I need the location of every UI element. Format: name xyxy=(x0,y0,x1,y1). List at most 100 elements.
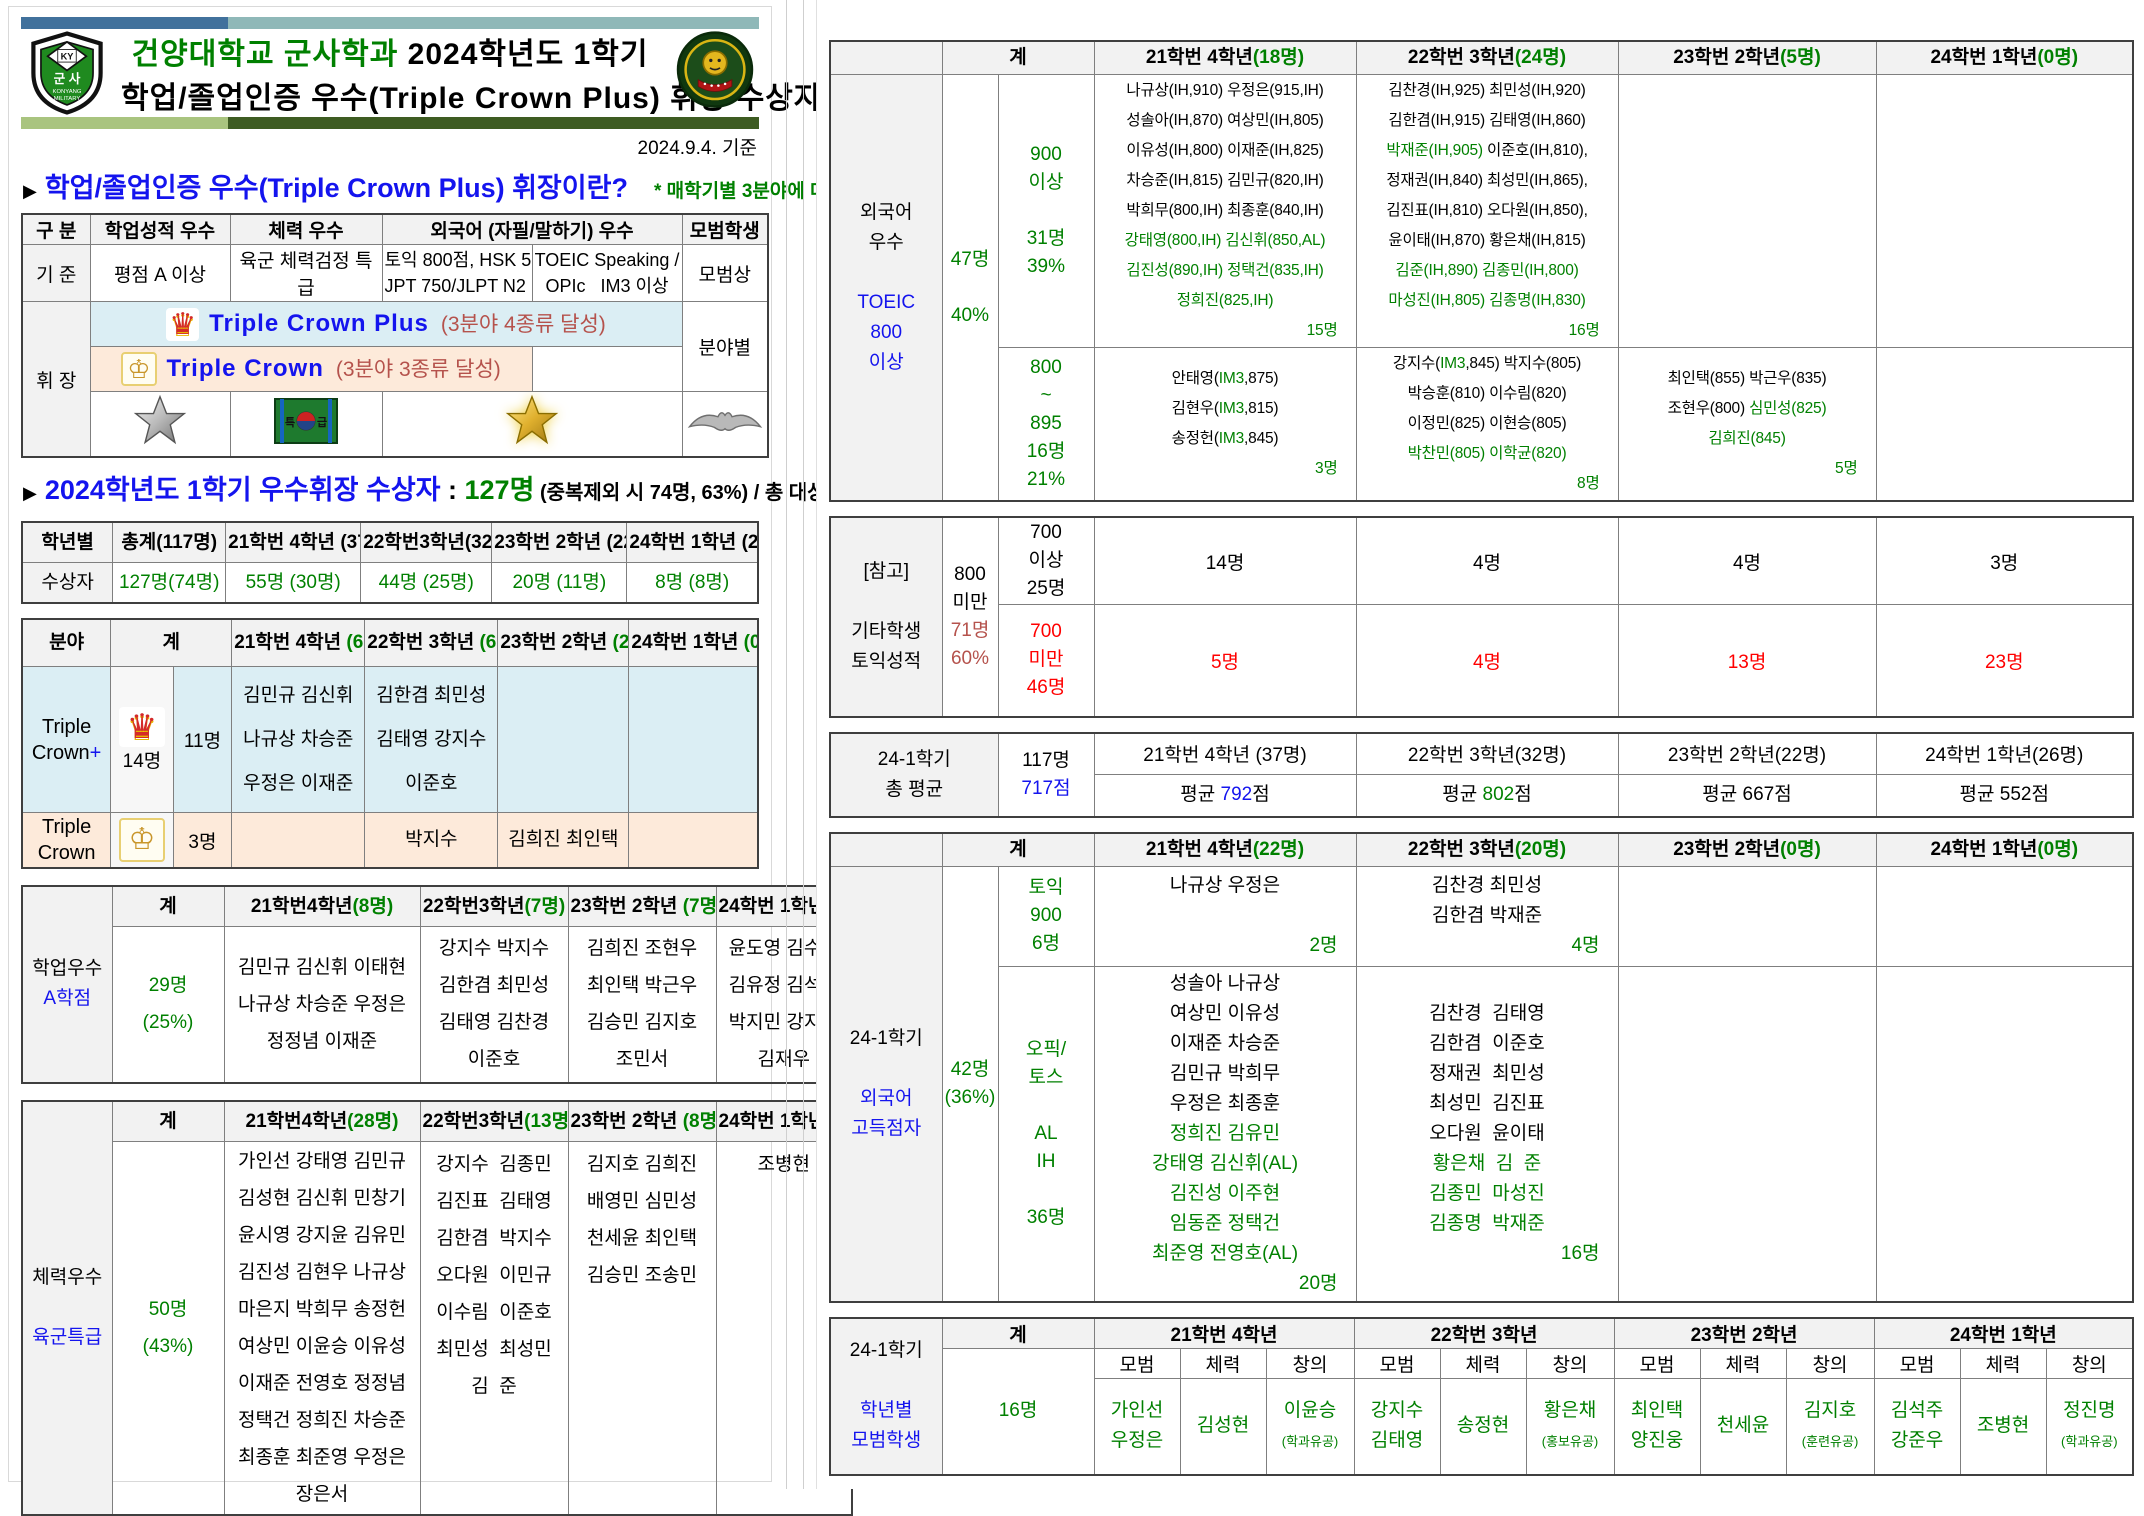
names-cell xyxy=(1876,966,2133,1302)
names-cell: 천세윤 xyxy=(1700,1379,1786,1475)
text-line: 정재권 최민성 xyxy=(1359,1059,1616,1089)
col-header: 24학번 1학년(0명) xyxy=(1876,833,2133,867)
text-line: 양진웅 xyxy=(1617,1426,1698,1456)
names-cell: 김민규 김신휘 이태현나규상 차승준 우정은정정념 이재준 xyxy=(224,927,420,1083)
silver-star-badge-icon xyxy=(132,393,188,449)
names-cell xyxy=(629,667,758,813)
svg-text:KY: KY xyxy=(61,52,75,62)
text-line: (학과유공) xyxy=(1269,1426,1352,1457)
spk-header-row: 계 21학번 4학년(22명) 22학번 3학년(20명) 23학번 2학년(0… xyxy=(830,833,2133,867)
names-cell: 황은채(홍보유공) xyxy=(1526,1379,1614,1475)
text-line: A학점 xyxy=(25,984,110,1014)
criteria-standard-row: 기 준 평점 A 이상 육군 체력검정 특급 토익 800점, HSK 5급,J… xyxy=(22,245,768,302)
tcp-note: (3분야 4종류 달성) xyxy=(441,313,606,336)
svg-text:특: 특 xyxy=(285,416,295,429)
text-line: Triple xyxy=(25,814,108,840)
col-header: 구 분 xyxy=(22,214,90,245)
avg-header-row: 24-1학기총 평균 117명717점 21학번 4학년 (37명) 22학번 … xyxy=(830,733,2133,775)
criteria-header-row: 구 분 학업성적 우수 체력 우수 외국어 (자필/말하기) 우수 모범학생 xyxy=(22,214,768,245)
row-label: TripleCrown+ xyxy=(22,667,111,813)
text-line: 39% xyxy=(1001,253,1092,281)
col-header: 22학번 3학년(20명) xyxy=(1356,833,1618,867)
text-line: 김종명 박재준 xyxy=(1359,1209,1616,1239)
col-header: 23학번 2학년 (7명) xyxy=(568,886,716,927)
text-line: 23학번 2학년 (7명) xyxy=(571,888,714,925)
text-line: 16명 xyxy=(1001,438,1092,466)
text-line: 천세윤 최인택 xyxy=(571,1220,714,1257)
row-label: 24-1학기 학년별모범학생 xyxy=(830,1318,942,1475)
text-line: (훈련유공) xyxy=(1789,1426,1872,1457)
summary-value-row: 수상자 127명(74명) 55명 (30명) 44명 (25명) 20명 (1… xyxy=(22,563,758,604)
text-line: 20명 xyxy=(1097,1269,1354,1299)
crown-awardees-table: 분야 계 21학번 4학년 (6명) 22학번 3학년 (6명) 23학번 2학… xyxy=(21,618,759,869)
text-line: 50명 xyxy=(115,1291,222,1328)
text-line: 이상 xyxy=(833,348,940,378)
fitness-excellence-table: 체력우수 육군특급 계 21학번4학년(28명) 22학번3학년(13명) 23… xyxy=(21,1100,853,1516)
text-line: 김승민 조송민 xyxy=(571,1257,714,1294)
col-header: 21학번 4학년(22명) xyxy=(1094,833,1356,867)
text-line: 장은서 xyxy=(227,1476,418,1513)
text-line: 배영민 심민성 xyxy=(571,1183,714,1220)
col-header: 24학번 1학년(26명) xyxy=(1876,733,2133,775)
unit-emblem-logo xyxy=(673,31,757,115)
text-line: 미만 xyxy=(1001,646,1092,674)
document-page-left: KY 군 사 KONYANG MILITARY 건양대학교 군사학과 2024학… xyxy=(8,6,772,1482)
text-line: OPIc IM3 이상 xyxy=(535,273,680,299)
text-line: 최성민 김진표 xyxy=(1359,1089,1616,1119)
crown-plus-icon: ♛ xyxy=(119,707,165,747)
col-header: 외국어 (자필/말하기) 우수 xyxy=(382,214,682,245)
row-label: 수상자 xyxy=(22,563,113,604)
text-line: 평균 802점 xyxy=(1359,780,1616,810)
sub-header: 체력 xyxy=(1960,1349,2046,1379)
academic-header-row: 학업우수A학점 계 21학번4학년(8명) 22학번3학년(7명) 23학번 2… xyxy=(22,886,852,927)
text-line: 김준(IH,890) 김종민(IH,800) xyxy=(1359,256,1616,286)
text-line: 895 xyxy=(1001,410,1092,438)
text-line: 이재준 전영호 정정념 xyxy=(227,1365,418,1402)
text-line: 최종훈 최준영 우정은 xyxy=(227,1439,418,1476)
names-cell: 박지수 xyxy=(365,813,498,869)
text-line: 마성진(IH,805) 김종명(IH,830) xyxy=(1359,286,1616,316)
col-header: 모범학생 xyxy=(682,214,768,245)
col-header: 23학번 2학년(0명) xyxy=(1618,833,1876,867)
byfield-cell: 분야별 xyxy=(682,302,768,392)
names-cell: 이윤승(학과유공) xyxy=(1266,1379,1354,1475)
value-cell: 20명 (11명) xyxy=(492,563,627,604)
text-line: 4명 xyxy=(1359,931,1616,961)
sub-header: 창의 xyxy=(1526,1349,1614,1379)
awardees-heading: 2024학년도 1학기 우수휘장 수상자 : 127명 (중복제외 시 74명,… xyxy=(45,472,900,513)
text-line xyxy=(945,274,996,302)
text-line: 최인택 xyxy=(1617,1396,1698,1426)
text-line: 가인선 강태영 김민규 xyxy=(227,1143,418,1180)
spk-opic-row: 오픽/토스 ALIH 36명 성솔아 나규상여상민 이유성이재준 차승준김민규 … xyxy=(830,966,2133,1302)
text-line: 김성현 xyxy=(1183,1411,1264,1441)
text-line: 여상민 이유성 xyxy=(1097,999,1354,1029)
text-line: 3명 xyxy=(1097,454,1354,484)
text-line: 나규상 차승준 우정은 xyxy=(227,986,418,1023)
text-line: 오픽/ xyxy=(1001,1036,1092,1064)
title-university: 건양대학교 군사학과 xyxy=(132,38,399,71)
names-cell: 조병현 xyxy=(1960,1379,2046,1475)
text-line: 평균 552점 xyxy=(1879,780,2131,810)
text-line xyxy=(1097,901,1354,931)
text-line: ~ xyxy=(1001,382,1092,410)
text-line: 마은지 박희무 송정헌 xyxy=(227,1291,418,1328)
text-line: 24학번 1학년(0명) xyxy=(1879,43,2131,73)
triple-crown-plus-cell: ♛Triple Crown Plus(3분야 4종류 달성) xyxy=(90,302,682,347)
page-title: 건양대학교 군사학과 2024학년도 1학기 학업/졸업인증 우수(Triple… xyxy=(121,31,659,115)
text-line: TOEIC xyxy=(833,288,940,318)
text-line: 평균 667점 xyxy=(1621,780,1874,810)
text-line: 24학번 1학년(0명) xyxy=(1879,835,2131,865)
count-cell: 3명 xyxy=(173,813,231,869)
names-cell xyxy=(1876,75,2133,348)
text-line: 육군특급 xyxy=(25,1323,110,1353)
text-line: 정진명 xyxy=(2049,1396,2131,1426)
text-line: 정택건 정희진 차승준 xyxy=(227,1402,418,1439)
model-students-table: 24-1학기 학년별모범학생 계 21학번 4학년 22학번 3학년 23학번 … xyxy=(829,1317,2134,1476)
text-line: 학년별 xyxy=(833,1396,940,1426)
text-line: Crown xyxy=(25,840,108,866)
text-line: 김찬경 김태영 xyxy=(1359,999,1616,1029)
crown-plus-icon: ♛ xyxy=(166,308,199,341)
text-line: 22학번3학년(7명) xyxy=(423,888,566,925)
academic-badge-cell xyxy=(90,392,230,458)
text-line: (학과유공) xyxy=(2049,1426,2131,1457)
